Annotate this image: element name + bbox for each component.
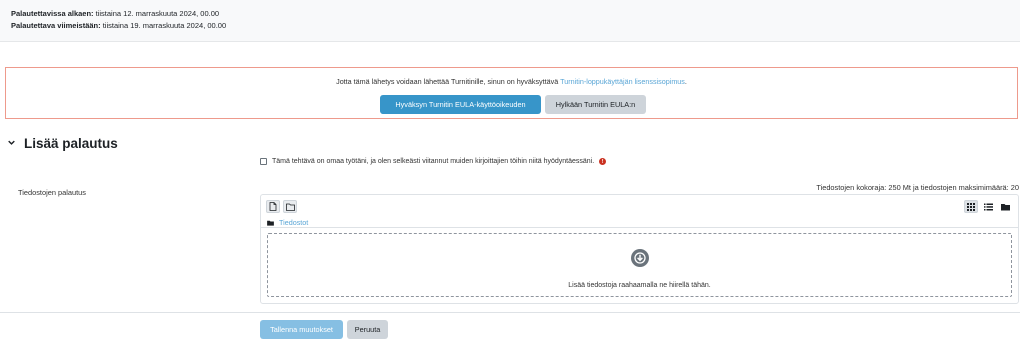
create-folder-button[interactable] (283, 200, 297, 213)
path-divider (260, 227, 1019, 228)
file-drop-zone[interactable]: Lisää tiedostoja raahaamalla ne hiirellä… (267, 233, 1012, 297)
tree-view-icon (1000, 203, 1010, 210)
form-divider (0, 312, 1020, 313)
decline-eula-button[interactable]: Hylkään Turnitin EULA:n (545, 95, 646, 114)
due-date-value: tiistaina 19. marraskuuta 2024, 00.00 (102, 21, 227, 30)
download-arrow-icon (631, 249, 649, 267)
cancel-button[interactable]: Peruuta (347, 320, 388, 339)
due-date-label: Palautettava viimeistään: (11, 21, 101, 30)
grid-view-icon (967, 202, 975, 211)
files-folder-link[interactable]: Tiedostot (279, 218, 308, 227)
tree-view-button[interactable] (998, 200, 1012, 213)
create-folder-icon (285, 203, 295, 211)
chevron-down-icon (8, 140, 15, 145)
open-date-row: Palautettavissa alkaen: tiistaina 12. ma… (11, 8, 1020, 20)
declaration-row: Tämä tehtävä on omaa työtäni, ja olen se… (260, 158, 607, 165)
grid-view-button[interactable] (964, 200, 978, 213)
add-file-button[interactable] (266, 200, 280, 213)
exclamation-circle-icon: ! (599, 158, 607, 165)
file-limits-text: Tiedostojen kokoraja: 250 Mt ja tiedosto… (816, 183, 1019, 192)
open-date-value: tiistaina 12. marraskuuta 2024, 00.00 (95, 9, 220, 18)
file-path-breadcrumb: Tiedostot (267, 218, 308, 227)
due-date-row: Palautettava viimeistään: tiistaina 19. … (11, 20, 1020, 32)
declaration-checkbox[interactable] (260, 158, 267, 165)
eula-message-end: . (684, 77, 687, 86)
add-submission-heading[interactable]: Lisää palautus (8, 136, 118, 151)
eula-message: Jotta tämä lähetys voidaan lähettää Turn… (6, 77, 1017, 86)
assignment-dates: Palautettavissa alkaen: tiistaina 12. ma… (0, 0, 1020, 42)
add-file-icon (269, 202, 277, 211)
declaration-text: Tämä tehtävä on omaa työtäni, ja olen se… (272, 158, 595, 165)
eula-link[interactable]: Turnitin-loppukäyttäjän lisenssisopimus (560, 77, 685, 86)
open-date-label: Palautettavissa alkaen: (11, 9, 94, 18)
list-view-button[interactable] (981, 200, 995, 213)
accept-eula-button[interactable]: Hyväksyn Turnitin EULA-käyttöoikeuden (380, 95, 541, 114)
drop-zone-text: Lisää tiedostoja raahaamalla ne hiirellä… (568, 282, 711, 289)
turnitin-eula-panel: Jotta tämä lähetys voidaan lähettää Turn… (5, 67, 1018, 119)
list-view-icon (983, 203, 993, 210)
folder-icon (267, 220, 274, 226)
save-changes-button[interactable]: Tallenna muutokset (260, 320, 343, 339)
file-submission-label: Tiedostojen palautus (18, 188, 86, 197)
section-title: Lisää palautus (24, 136, 118, 151)
eula-message-text: Jotta tämä lähetys voidaan lähettää Turn… (336, 77, 559, 86)
